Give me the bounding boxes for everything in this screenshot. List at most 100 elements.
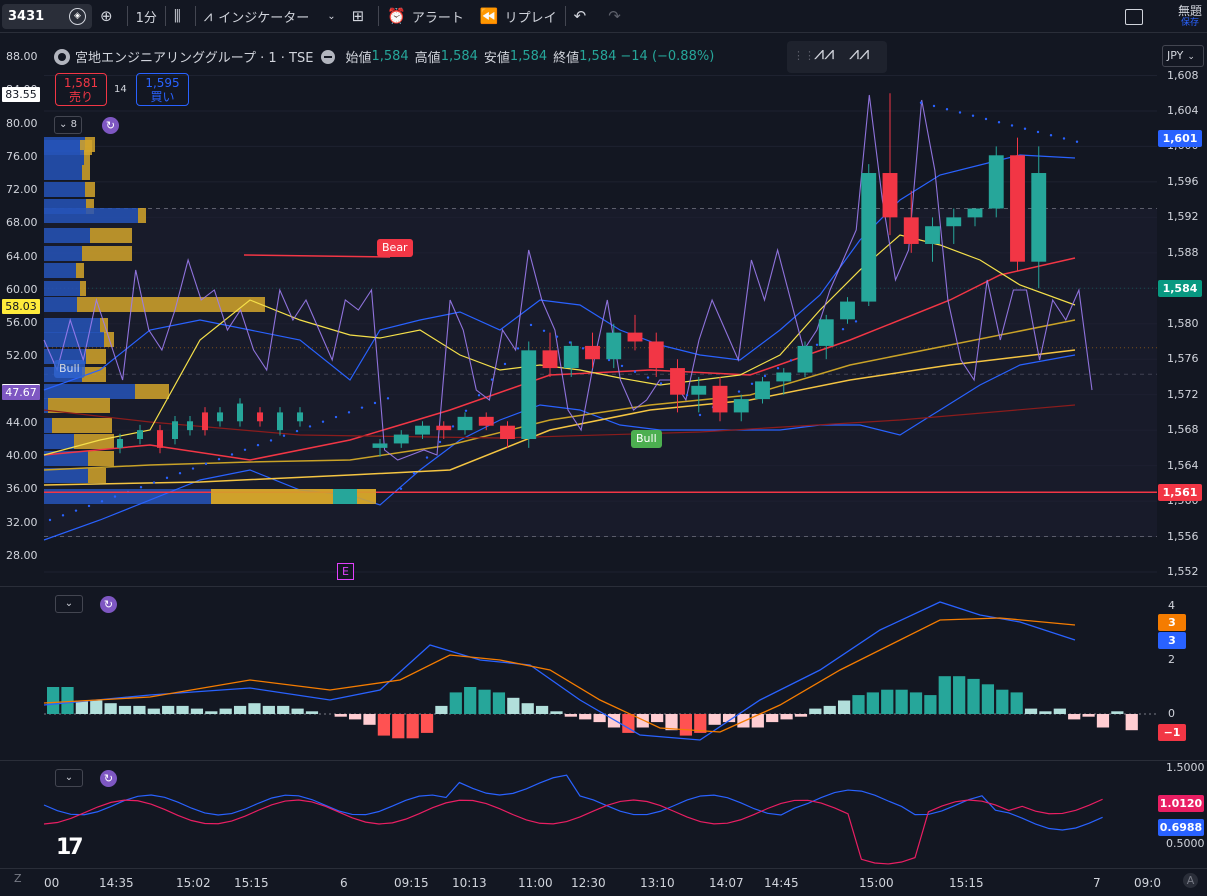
drag-handle-icon[interactable]: ⋮⋮ (793, 49, 815, 62)
macd-hist-bar (1068, 714, 1081, 720)
candle-body (257, 412, 263, 422)
volume-bar-buy (44, 182, 85, 197)
time-label: 14:35 (99, 876, 134, 890)
macd-hist-bar (248, 703, 261, 714)
ratio-axis-label: 1.5000 (1166, 761, 1205, 774)
macd-hist-bar (593, 714, 606, 723)
tradingview-logo: 17 (56, 835, 84, 860)
pane-divider[interactable] (0, 586, 1207, 587)
auto-scale-icon[interactable]: A (1183, 873, 1198, 888)
macd-hist-bar (377, 714, 391, 736)
sar-dot (230, 453, 234, 456)
time-label: 7 (1093, 876, 1101, 890)
open-value: 1,584 (371, 49, 409, 64)
time-label: 15:15 (234, 876, 269, 890)
macd-refresh-icon[interactable]: ↻ (100, 596, 117, 613)
macd-hist-bar (334, 714, 347, 717)
sar-dot (529, 323, 533, 327)
candle-body (415, 425, 430, 435)
time-axis[interactable]: 00 14:35 15:02 15:15 6 09:15 10:13 11:00 12:30 13… (44, 868, 1161, 896)
left-axis-label: 44.00 (6, 415, 38, 429)
volume-bar-sell (138, 208, 146, 223)
sar-dot (217, 457, 221, 461)
macd-collapse-button[interactable]: ⌄ (55, 595, 83, 613)
candle-body (297, 412, 303, 422)
macd-hist-bar (75, 700, 88, 714)
candle-body (967, 208, 983, 218)
open-key: 始値 (345, 51, 372, 66)
chart-canvas[interactable] (0, 0, 1207, 896)
macd-hist-bar (1125, 714, 1138, 731)
right-axis-label: 1,588 (1167, 245, 1199, 259)
sell-button[interactable]: 1,581 売り (55, 73, 107, 106)
candle-body (840, 301, 855, 320)
macd-hist-bar (780, 714, 793, 720)
candle-body (776, 372, 792, 382)
macd-hist-bar (837, 700, 851, 714)
pane-divider[interactable] (0, 760, 1207, 761)
indicators-collapse-button[interactable]: ⌄ 8 (54, 116, 82, 134)
right-axis-label: 1,564 (1167, 458, 1199, 472)
symbol-name[interactable]: 宮地エンジニアリンググループ · 1 · TSE (75, 47, 313, 66)
right-price-tag: 1,584 (1158, 280, 1202, 298)
ratio-collapse-button[interactable]: ⌄ (55, 769, 83, 787)
sar-dot (308, 425, 312, 428)
macd-hist-bar (909, 692, 923, 714)
sar-dot (776, 367, 780, 370)
sar-dot (1049, 134, 1053, 137)
sar-dot (61, 514, 65, 517)
sar-dot (282, 434, 286, 437)
macd-hist-bar (478, 689, 491, 714)
bull-label-left[interactable]: Bull (54, 360, 85, 378)
ratio-value-tag: 0.6988 (1158, 819, 1204, 836)
right-price-axis[interactable]: 1,6081,6041,6001,5961,5921,5881,5841,580… (1157, 34, 1207, 884)
macd-value-tag: −1 (1158, 724, 1186, 741)
sar-dot (152, 481, 156, 484)
time-label: 15:02 (176, 876, 211, 890)
volume-bar-buy (44, 418, 52, 433)
sar-dot (646, 376, 650, 379)
elliott-wave-icon[interactable]: ⩘⩘ (849, 43, 869, 64)
volume-bar-sell (82, 246, 132, 261)
time-label: 12:30 (571, 876, 606, 890)
sar-dot (425, 456, 429, 459)
right-axis-label: 1,592 (1167, 210, 1199, 224)
volume-bar-buy (44, 165, 82, 180)
volume-bar-sell (82, 367, 106, 382)
macd-hist-bar (176, 705, 189, 714)
ratio-refresh-icon[interactable]: ↻ (100, 770, 117, 787)
volume-bar-buy (44, 332, 104, 347)
volume-bar-sell (48, 398, 110, 413)
hide-icon[interactable] (321, 49, 336, 64)
volume-bar-buy (44, 208, 138, 223)
left-axis-label: 88.00 (6, 50, 38, 63)
candle-body (372, 443, 388, 448)
earnings-marker[interactable]: E (337, 563, 354, 580)
candle-body (436, 425, 452, 431)
macd-hist-bar (90, 700, 103, 714)
candle-body (861, 173, 877, 302)
sar-dot (360, 406, 364, 409)
macd-hist-bar (967, 678, 980, 714)
macd-hist-bar (651, 714, 664, 723)
right-axis-label: 1,608 (1167, 68, 1199, 82)
buy-price: 1,595 (145, 76, 180, 90)
candle-body (627, 332, 643, 342)
buy-button[interactable]: 1,595 買い (136, 73, 189, 106)
sar-dot (581, 347, 585, 350)
timezone-z-icon[interactable]: Z (14, 872, 22, 885)
volume-bar-buy (44, 228, 90, 243)
macd-hist-bar (205, 711, 218, 714)
abcd-pattern-icon[interactable]: ⩘⩘ (814, 43, 834, 64)
refresh-icon[interactable]: ↻ (102, 117, 119, 134)
floating-drawing-toolbar[interactable]: ⋮⋮ ⩘⩘ ⩘⩘ (787, 41, 887, 73)
left-value-tag: 47.67 (2, 385, 40, 401)
bull-label[interactable]: Bull (631, 430, 662, 448)
left-price-axis[interactable]: 88.0084.0080.0076.0072.0068.0064.0060.00… (0, 34, 44, 884)
candle-body (585, 345, 600, 360)
macd-hist-bar (823, 705, 836, 714)
candle-body (925, 226, 940, 244)
bear-label[interactable]: Bear (377, 239, 413, 257)
candle-body (946, 217, 962, 227)
candle-body (202, 412, 208, 431)
